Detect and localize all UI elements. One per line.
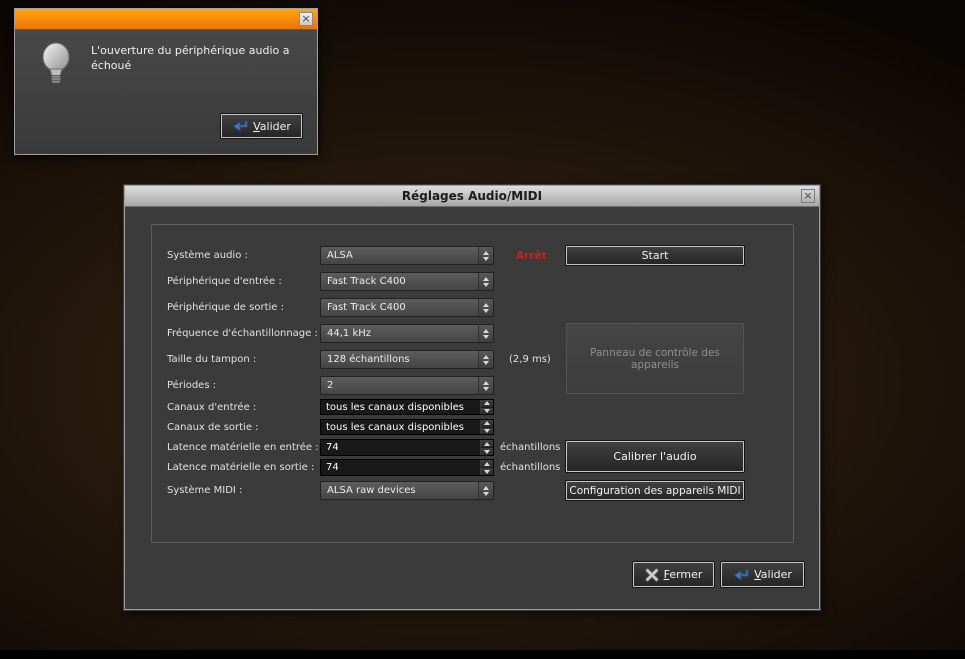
buffer-size-select[interactable]: 128 échantillons: [320, 350, 494, 369]
buffer-size-label: Taille du tampon :: [167, 350, 256, 369]
error-close-button[interactable]: ×: [299, 12, 313, 26]
settings-dialog-body: Système audio : ALSA Arrêt Périphérique …: [125, 207, 819, 609]
output-device-value: Fast Track C400: [321, 302, 478, 313]
screen-bottom-strip: [0, 650, 965, 659]
row-input-channels: Canaux d'entrée : tous les canaux dispon…: [152, 399, 793, 415]
error-validate-label: Valider: [253, 120, 291, 133]
output-channels-label: Canaux de sortie :: [167, 419, 259, 435]
close-x-icon: [645, 568, 659, 582]
audio-status-text: Arrêt: [516, 246, 547, 265]
row-output-device: Périphérique de sortie : Fast Track C400: [152, 298, 793, 317]
enter-arrow-icon: [733, 568, 749, 582]
error-message: L'ouverture du périphérique audio a écho…: [91, 44, 309, 74]
periods-label: Périodes :: [167, 376, 216, 395]
midi-device-config-label: Configuration des appareils MIDI: [569, 485, 740, 497]
settings-panel: Système audio : ALSA Arrêt Périphérique …: [151, 224, 794, 543]
settings-dialog-titlebar[interactable]: Réglages Audio/MIDI ×: [125, 186, 819, 207]
error-validate-button[interactable]: Valider: [221, 114, 302, 138]
combo-arrows-icon: [478, 377, 493, 394]
input-device-select[interactable]: Fast Track C400: [320, 272, 494, 291]
periods-select[interactable]: 2: [320, 376, 494, 395]
dialog-title: Réglages Audio/MIDI: [402, 189, 542, 203]
row-input-device: Périphérique d'entrée : Fast Track C400: [152, 272, 793, 291]
close-dialog-label: Fermer: [664, 568, 703, 581]
row-output-channels: Canaux de sortie : tous les canaux dispo…: [152, 419, 793, 435]
audio-midi-settings-dialog: Réglages Audio/MIDI × Système audio : AL…: [124, 185, 820, 610]
audio-error-dialog: × L'ouverture du périphérique audio a éc…: [14, 8, 318, 155]
output-device-label: Périphérique de sortie :: [167, 298, 284, 317]
midi-system-value: ALSA raw devices: [321, 485, 478, 496]
enter-arrow-icon: [232, 119, 248, 133]
input-latency-label: Latence matérielle en entrée :: [167, 439, 319, 456]
spinner-arrows-icon[interactable]: [480, 440, 493, 455]
calibrate-audio-label: Calibrer l'audio: [613, 450, 696, 463]
spinner-arrows-icon[interactable]: [480, 460, 493, 475]
device-control-panel-label: Panneau de contrôle des appareils: [575, 347, 735, 371]
combo-arrows-icon: [478, 299, 493, 316]
settings-close-button[interactable]: ×: [801, 189, 815, 203]
input-latency-spinner[interactable]: 74: [320, 439, 494, 456]
midi-system-select[interactable]: ALSA raw devices: [320, 481, 494, 500]
input-channels-value: tous les canaux disponibles: [321, 400, 480, 414]
error-dialog-titlebar[interactable]: ×: [15, 9, 317, 30]
buffer-size-value: 128 échantillons: [321, 354, 478, 365]
input-latency-value: 74: [321, 440, 480, 455]
output-latency-unit: échantillons: [500, 459, 560, 476]
audio-system-select[interactable]: ALSA: [320, 246, 494, 265]
start-button-label: Start: [642, 249, 669, 262]
output-latency-spinner[interactable]: 74: [320, 459, 494, 476]
output-channels-spinner[interactable]: tous les canaux disponibles: [320, 419, 494, 435]
combo-arrows-icon: [478, 351, 493, 368]
combo-arrows-icon: [478, 273, 493, 290]
error-dialog-body: L'ouverture du périphérique audio a écho…: [15, 30, 317, 154]
desktop-background: × L'ouverture du périphérique audio a éc…: [0, 0, 965, 659]
start-button[interactable]: Start: [566, 246, 744, 265]
validate-dialog-label: Valider: [754, 568, 792, 581]
input-channels-spinner[interactable]: tous les canaux disponibles: [320, 399, 494, 415]
midi-device-config-button[interactable]: Configuration des appareils MIDI: [566, 481, 744, 500]
close-icon: ×: [301, 12, 310, 25]
output-latency-value: 74: [321, 460, 480, 475]
output-latency-label: Latence matérielle en sortie :: [167, 459, 314, 476]
sample-rate-select[interactable]: 44,1 kHz: [320, 324, 494, 343]
validate-dialog-button[interactable]: Valider: [721, 562, 804, 587]
midi-system-label: Système MIDI :: [167, 481, 242, 500]
output-channels-value: tous les canaux disponibles: [321, 420, 480, 434]
combo-arrows-icon: [478, 482, 493, 499]
device-control-panel-button: Panneau de contrôle des appareils: [566, 323, 744, 394]
sample-rate-value: 44,1 kHz: [321, 328, 478, 339]
combo-arrows-icon: [478, 247, 493, 264]
audio-system-value: ALSA: [321, 250, 478, 261]
input-device-value: Fast Track C400: [321, 276, 478, 287]
close-dialog-button[interactable]: Fermer: [633, 562, 714, 587]
periods-value: 2: [321, 380, 478, 391]
spinner-arrows-icon[interactable]: [480, 400, 493, 414]
output-device-select[interactable]: Fast Track C400: [320, 298, 494, 317]
combo-arrows-icon: [478, 325, 493, 342]
close-icon: ×: [803, 189, 812, 202]
input-channels-label: Canaux d'entrée :: [167, 399, 256, 415]
audio-system-label: Système audio :: [167, 246, 248, 265]
calibrate-audio-button[interactable]: Calibrer l'audio: [566, 441, 744, 472]
input-latency-unit: échantillons: [500, 439, 560, 456]
buffer-duration-text: (2,9 ms): [509, 350, 551, 369]
spinner-arrows-icon[interactable]: [480, 420, 493, 434]
sample-rate-label: Fréquence d'échantillonnage :: [167, 324, 318, 343]
input-device-label: Périphérique d'entrée :: [167, 272, 282, 291]
lightbulb-icon: [39, 42, 73, 88]
